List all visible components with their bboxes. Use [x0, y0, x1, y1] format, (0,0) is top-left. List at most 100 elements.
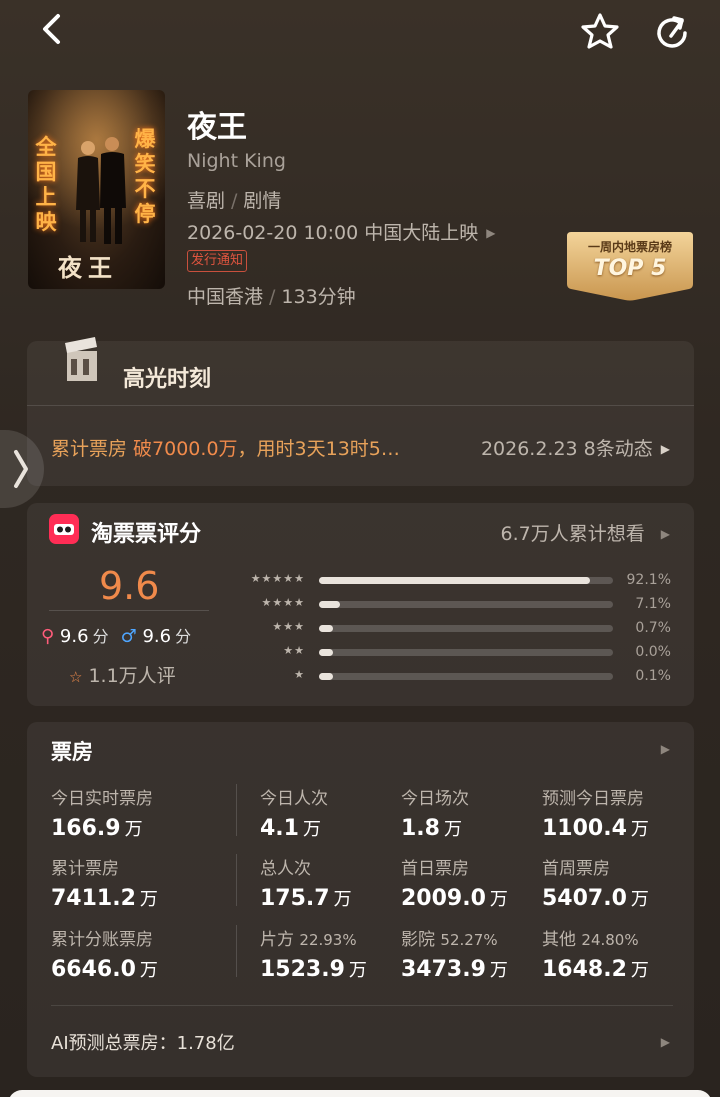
origin-separator: / [269, 286, 276, 308]
rating-row: ★★★★ 7.1% [227, 596, 677, 614]
stat-unit: 万 [139, 889, 158, 910]
boxoffice-card[interactable]: 票房 ▶ 今日实时票房 166.9 万今日人次 4.1 万今日场次 1.8 万预测今日票房 1… [27, 722, 694, 1077]
stat-number: 1100.4 [542, 816, 627, 841]
stat-unit: 万 [443, 819, 462, 840]
ranking-badge[interactable]: 一周内地票房榜 TOP 5 [565, 230, 695, 302]
stat-label-text: 片方 [260, 930, 294, 950]
stat-number: 1648.2 [542, 957, 627, 982]
male-score: 9.6 [142, 626, 172, 647]
rating-row-percent: 0.7% [635, 620, 671, 636]
share-icon[interactable] [652, 12, 694, 54]
stat-label: 总人次 [260, 854, 410, 879]
stat-label: 今日人次 [260, 784, 410, 809]
review-count[interactable]: ☆ 1.1万人评 [69, 661, 176, 688]
stat-label: 累计分账票房 [51, 925, 201, 950]
favorite-star-icon[interactable] [578, 10, 622, 54]
release-info[interactable]: 2026-02-20 10:00 中国大陆上映 ▶ [187, 218, 496, 245]
score-divider [49, 610, 209, 611]
stat-label-text: 其他 [542, 930, 576, 950]
stat-percent: 24.80% [581, 931, 639, 949]
stat-label-text: 预测今日票房 [542, 789, 644, 809]
boxoffice-stat: 累计分账票房 6646.0 万 [51, 925, 201, 982]
column-divider [236, 854, 237, 906]
stat-label: 首日票房 [401, 854, 551, 879]
rating-row-percent: 92.1% [626, 572, 671, 588]
boxoffice-stat: 今日实时票房 166.9 万 [51, 784, 201, 841]
highlight-divider [27, 405, 694, 406]
stat-unit: 万 [302, 819, 321, 840]
events-arrow-icon: ▶ [660, 442, 670, 456]
stat-label: 片方 22.93% [260, 925, 410, 950]
badge-line1: 一周内地票房榜 [587, 240, 672, 254]
rating-row-percent: 7.1% [635, 596, 671, 612]
rating-row-percent: 0.0% [635, 644, 671, 660]
boxoffice-arrow-icon[interactable]: ▶ [661, 742, 670, 756]
highlight-suffix: ，用时3天13时5… [237, 438, 400, 460]
highlight-events[interactable]: 2026.2.23 8条动态 ▶ [481, 434, 670, 461]
female-icon: ⚲ [41, 626, 55, 647]
male-icon: ♂ [120, 626, 137, 647]
movie-duration: 133分钟 [281, 286, 356, 308]
stat-value: 1.8 万 [401, 815, 551, 841]
poster-figures [76, 137, 126, 244]
clapperboard-icon [65, 337, 97, 381]
gender-scores: ⚲ 9.6 分 ♂ 9.6 分 [41, 623, 191, 647]
genre-2: 剧情 [243, 190, 282, 212]
movie-genres: 喜剧 / 剧情 [187, 186, 281, 213]
rating-row-stars: ★★★★ [261, 596, 305, 609]
rating-row-percent: 0.1% [635, 668, 671, 684]
stat-value: 7411.2 万 [51, 885, 201, 911]
stat-label-text: 影院 [401, 930, 435, 950]
rating-bar-track [319, 625, 613, 632]
want-count[interactable]: 6.7万人累计想看 ▶ [501, 519, 670, 546]
back-arrow-icon[interactable] [34, 10, 74, 50]
stat-label-text: 总人次 [260, 859, 311, 879]
overall-score: 9.6 [99, 564, 160, 608]
rating-row-stars: ★★ [283, 644, 305, 657]
stat-label-text: 今日场次 [401, 789, 469, 809]
stat-value: 1648.2 万 [542, 956, 692, 982]
poster-title: 夜王 [58, 253, 118, 282]
stat-label: 累计票房 [51, 854, 201, 879]
male-score-unit: 分 [175, 627, 192, 646]
boxoffice-stat: 今日场次 1.8 万 [401, 784, 551, 841]
movie-region: 中国香港 [187, 286, 264, 308]
stat-unit: 万 [489, 889, 508, 910]
release-notice-tag[interactable]: 发行通知 [187, 250, 248, 272]
stat-label-text: 今日人次 [260, 789, 328, 809]
rating-row: ★★★ 0.7% [227, 620, 677, 638]
female-score: 9.6 [59, 626, 89, 647]
rating-bar-track [319, 601, 613, 608]
movie-poster[interactable]: 全国上映 爆笑不停 夜王 [28, 90, 165, 289]
boxoffice-stat: 总人次 175.7 万 [260, 854, 410, 911]
highlight-date-events: 2026.2.23 8条动态 [480, 438, 653, 460]
boxoffice-stat: 今日人次 4.1 万 [260, 784, 410, 841]
stat-unit: 万 [630, 889, 649, 910]
ai-prediction-arrow-icon[interactable]: ▶ [661, 1035, 670, 1049]
highlight-title: 高光时刻 [123, 367, 212, 392]
rating-bar-fill [319, 649, 333, 656]
stat-number: 1523.9 [260, 957, 345, 982]
stat-label-text: 首日票房 [401, 859, 469, 879]
stat-unit: 万 [333, 889, 352, 910]
stat-value: 5407.0 万 [542, 885, 692, 911]
stat-number: 3473.9 [401, 957, 486, 982]
stat-value: 175.7 万 [260, 885, 410, 911]
stat-label-text: 累计票房 [51, 859, 119, 879]
logo-face [54, 524, 74, 535]
highlight-prefix: 累计票房 [51, 438, 134, 460]
highlight-card[interactable]: 高光时刻 累计票房 破7000.0万，用时3天13时5… 2026.2.23 8… [27, 337, 694, 486]
boxoffice-stat: 首周票房 5407.0 万 [542, 854, 692, 911]
stat-percent: 22.93% [299, 931, 357, 949]
rating-row-stars: ★★★★★ [250, 572, 305, 585]
highlight-text: 累计票房 破7000.0万，用时3天13时5… [51, 434, 400, 461]
stat-label: 其他 24.80% [542, 925, 692, 950]
bottom-sheet-edge [8, 1090, 712, 1097]
boxoffice-divider [51, 1005, 673, 1006]
stat-number: 175.7 [260, 886, 330, 911]
badge-line2: TOP 5 [593, 256, 667, 281]
stat-number: 1.8 [401, 816, 440, 841]
side-expand-tab[interactable] [0, 430, 44, 508]
stat-value: 6646.0 万 [51, 956, 201, 982]
rating-card: 淘票票评分 6.7万人累计想看 ▶ 9.6 ⚲ 9.6 分 ♂ 9.6 分 ☆ 1.1万人… [27, 503, 694, 706]
